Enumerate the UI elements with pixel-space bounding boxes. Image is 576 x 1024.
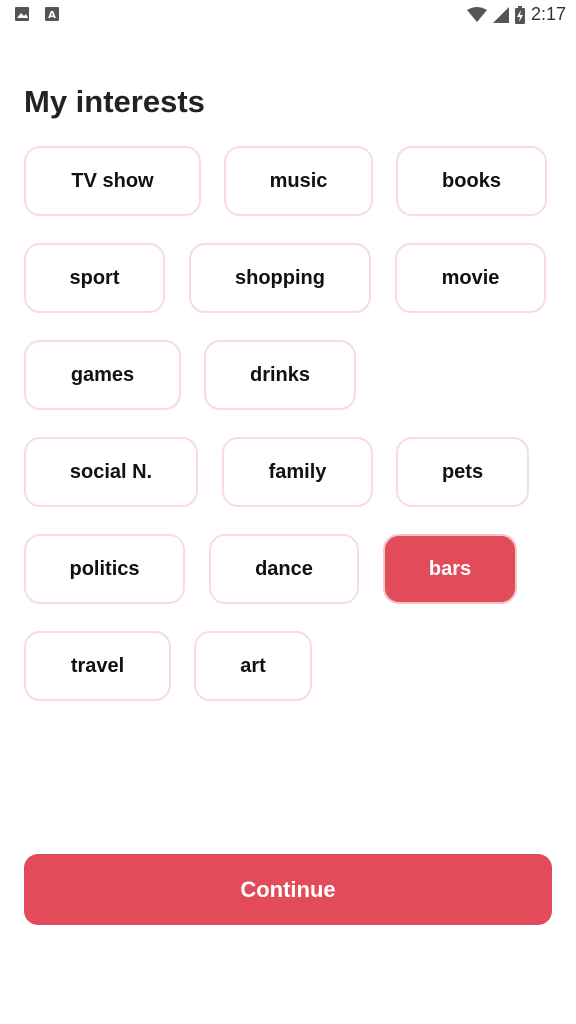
status-right: 2:17 (466, 4, 566, 25)
interest-chip-travel[interactable]: travel (24, 631, 171, 701)
image-icon (15, 7, 29, 21)
interest-chip-shopping[interactable]: shopping (189, 243, 371, 313)
battery-charging-icon (514, 5, 525, 24)
page-title: My interests (24, 84, 205, 119)
signal-icon (492, 6, 509, 23)
svg-text:A: A (48, 10, 56, 21)
interest-chip-art[interactable]: art (194, 631, 312, 701)
interest-chip-social-n[interactable]: social N. (24, 437, 198, 507)
interest-chip-sport[interactable]: sport (24, 243, 165, 313)
text-a-icon: A (45, 7, 59, 21)
interest-chip-family[interactable]: family (222, 437, 373, 507)
interest-chip-politics[interactable]: politics (24, 534, 185, 604)
wifi-icon (466, 6, 487, 22)
interest-chip-books[interactable]: books (396, 146, 547, 216)
interest-chip-dance[interactable]: dance (209, 534, 359, 604)
status-time: 2:17 (530, 4, 566, 24)
interest-chip-music[interactable]: music (224, 146, 373, 216)
interest-chip-bars[interactable]: bars (383, 534, 517, 604)
interest-chip-games[interactable]: games (24, 340, 181, 410)
status-bar: A 2:17 (0, 0, 576, 30)
interest-chip-pets[interactable]: pets (396, 437, 529, 507)
interest-chip-drinks[interactable]: drinks (204, 340, 356, 410)
status-left-icons: A (14, 6, 60, 22)
continue-button[interactable]: Continue (24, 854, 552, 925)
interest-chip-movie[interactable]: movie (395, 243, 546, 313)
interest-chip-tv-show[interactable]: TV show (24, 146, 201, 216)
